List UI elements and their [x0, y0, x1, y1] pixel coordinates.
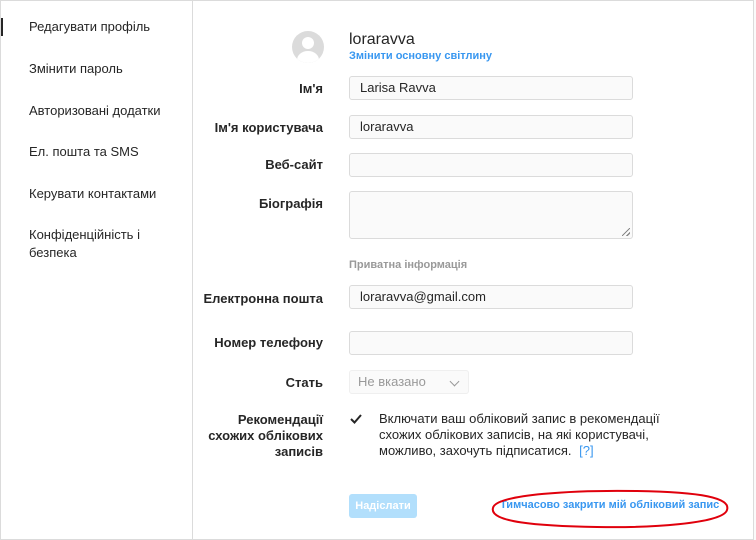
username-label: Ім'я користувача	[214, 120, 323, 135]
disable-account-link[interactable]: Тимчасово закрити мій обліковий запис	[500, 499, 719, 511]
avatar[interactable]	[292, 31, 324, 63]
name-field[interactable]: Larisa Ravva	[349, 76, 633, 100]
recommendations-label: Рекомендації схожих облікових записів	[208, 412, 323, 459]
gender-label: Стать	[285, 375, 323, 390]
sidebar-item-edit-profile[interactable]: Редагувати профіль	[1, 18, 192, 36]
email-label: Електронна пошта	[203, 291, 323, 306]
change-photo-link[interactable]: Змінити основну світлину	[349, 49, 492, 63]
sidebar-item-manage-contacts[interactable]: Керувати контактами	[1, 185, 192, 203]
private-info-header: Приватна інформація	[349, 259, 468, 271]
website-field[interactable]	[349, 153, 633, 177]
phone-label: Номер телефону	[214, 335, 323, 350]
recommendations-text: Включати ваш обліковий запис в рекоменда…	[379, 411, 669, 459]
checkmark-icon	[350, 414, 362, 424]
email-field[interactable]: loraravva@gmail.com	[349, 285, 633, 309]
profile-username: loraravva	[349, 31, 415, 48]
sidebar-item-email-sms[interactable]: Ел. пошта та SMS	[1, 143, 192, 161]
chevron-down-icon	[449, 376, 460, 387]
submit-button[interactable]: Надіслати	[349, 494, 417, 518]
sidebar-item-privacy-security[interactable]: Конфіденційність і безпека	[1, 226, 161, 262]
sidebar-item-change-password[interactable]: Змінити пароль	[1, 60, 192, 78]
name-label: Ім'я	[299, 81, 323, 96]
gender-select-value: Не вказано	[358, 374, 426, 389]
resize-grip-icon[interactable]	[622, 228, 630, 236]
recommendations-checkbox[interactable]	[349, 412, 363, 426]
website-label: Веб-сайт	[265, 157, 323, 172]
bio-label: Біографія	[258, 196, 323, 211]
bio-textarea[interactable]	[349, 191, 633, 239]
edit-profile-form: loraravva Змінити основну світлину Ім'я …	[193, 1, 753, 539]
settings-window: Редагувати профіль Змінити пароль Автори…	[0, 0, 754, 540]
help-link[interactable]: [?]	[579, 443, 593, 458]
gender-select[interactable]: Не вказано	[349, 370, 469, 394]
settings-sidebar: Редагувати профіль Змінити пароль Автори…	[1, 1, 193, 539]
recommendations-description: Включати ваш обліковий запис в рекоменда…	[379, 411, 660, 458]
username-field[interactable]: loraravva	[349, 115, 633, 139]
phone-field[interactable]	[349, 331, 633, 355]
sidebar-item-authorized-apps[interactable]: Авторизовані додатки	[1, 102, 192, 120]
